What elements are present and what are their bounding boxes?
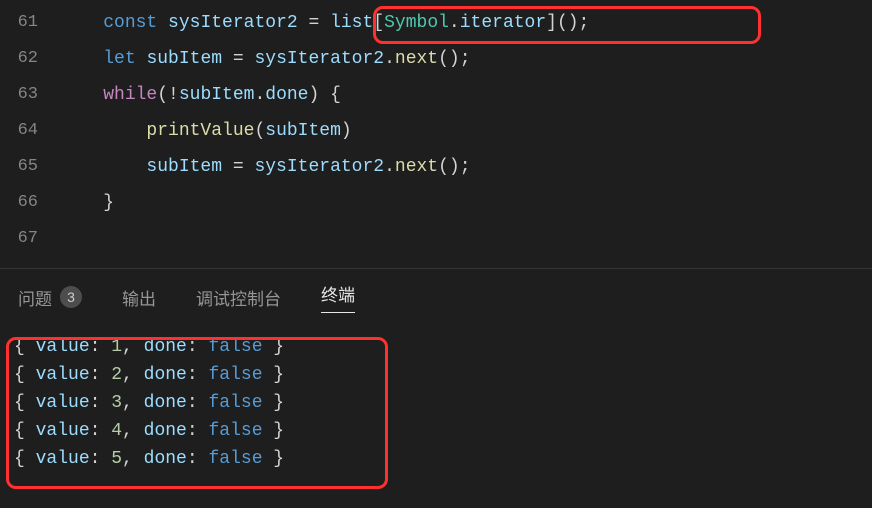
code-content: subItem = sysIterator2.next(); [60,149,471,185]
code-content: let subItem = sysIterator2.next(); [60,41,471,77]
terminal-line: { value: 2, done: false } [14,361,858,389]
line-number: 64 [0,113,60,149]
line-number: 65 [0,149,60,185]
tab-problems[interactable]: 问题 3 [18,281,82,313]
tab-output-label: 输出 [122,285,156,310]
terminal-output-container: { value: 1, done: false }{ value: 2, don… [14,333,858,473]
code-line[interactable]: 67 [0,221,872,257]
code-content: const sysIterator2 = list[Symbol.iterato… [60,5,589,41]
code-line[interactable]: 63 while(!subItem.done) { [0,77,872,113]
line-number: 67 [0,221,60,257]
code-content: printValue(subItem) [60,113,352,149]
terminal-panel[interactable]: { value: 1, done: false }{ value: 2, don… [0,323,872,491]
tab-terminal-label: 终端 [321,281,355,306]
code-content: while(!subItem.done) { [60,77,341,113]
line-number: 63 [0,77,60,113]
code-line[interactable]: 66 } [0,185,872,221]
code-line[interactable]: 61 const sysIterator2 = list[Symbol.iter… [0,5,872,41]
line-number: 61 [0,5,60,41]
tab-debug-label: 调试控制台 [196,285,281,310]
tab-output[interactable]: 输出 [122,281,156,313]
tab-terminal[interactable]: 终端 [321,281,355,313]
terminal-line: { value: 5, done: false } [14,445,858,473]
panel-tabs: 问题 3 输出 调试控制台 终端 [0,268,872,323]
code-line[interactable]: 64 printValue(subItem) [0,113,872,149]
tab-debug-console[interactable]: 调试控制台 [196,281,281,313]
terminal-line: { value: 3, done: false } [14,389,858,417]
terminal-line: { value: 1, done: false } [14,333,858,361]
code-line[interactable]: 62 let subItem = sysIterator2.next(); [0,41,872,77]
code-content: } [60,185,114,221]
line-number: 62 [0,41,60,77]
code-line[interactable]: 65 subItem = sysIterator2.next(); [0,149,872,185]
tab-problems-label: 问题 [18,285,52,310]
problems-count-badge: 3 [60,286,82,308]
code-editor[interactable]: 61 const sysIterator2 = list[Symbol.iter… [0,0,872,262]
terminal-line: { value: 4, done: false } [14,417,858,445]
line-number: 66 [0,185,60,221]
code-lines-container: 61 const sysIterator2 = list[Symbol.iter… [0,5,872,257]
